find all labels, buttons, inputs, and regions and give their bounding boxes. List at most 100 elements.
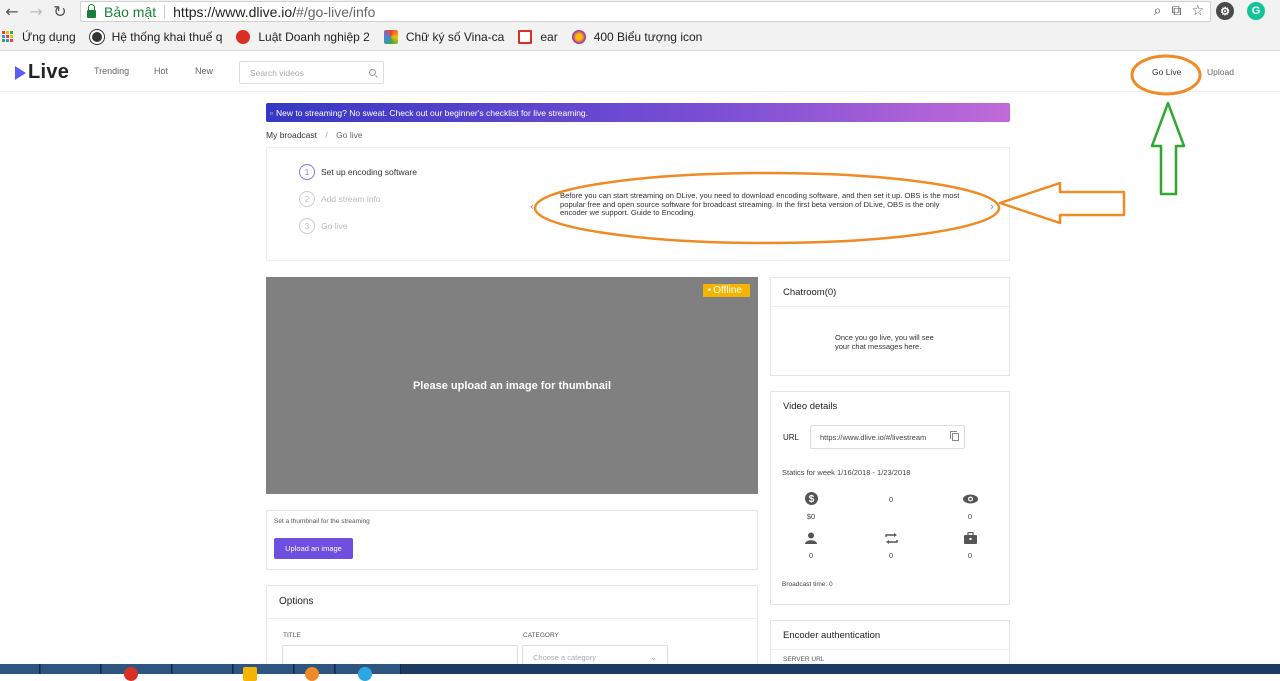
vina-ca-icon: [383, 29, 398, 44]
category-label: CATEGORY: [523, 632, 559, 639]
nav-trending[interactable]: Trending: [94, 66, 129, 76]
divider: [267, 618, 757, 619]
thumbnail-preview: Please upload an image for thumbnail Off…: [266, 277, 758, 494]
carousel-next-icon[interactable]: ›: [986, 200, 998, 213]
taskbar-item[interactable]: [173, 664, 233, 674]
app-taskbar-icon[interactable]: [305, 667, 319, 681]
broadcast-time: Broadcast time: 0: [782, 581, 833, 588]
followers-value: 0: [808, 551, 814, 560]
start-button[interactable]: [0, 664, 40, 674]
url-path: #/go-live/info: [296, 3, 376, 20]
apps-grid-icon: [2, 30, 14, 43]
title-label: TITLE: [283, 632, 301, 639]
step-encoding-software[interactable]: 1 Set up encoding software: [299, 164, 417, 180]
extension-icon[interactable]: ⚙: [1216, 2, 1234, 20]
options-title: Options: [279, 596, 314, 607]
url-text[interactable]: https://www.dlive.io/#/go-live/info: [173, 4, 375, 20]
logo-text: Live: [28, 61, 70, 83]
divider: [771, 649, 1009, 650]
bookmark-label: Ứng dụng: [22, 29, 76, 44]
dlive-logo[interactable]: Live: [15, 61, 69, 84]
step-number: 1: [299, 164, 315, 180]
address-bar[interactable]: Bảo mật https://www.dlive.io/#/go-live/i…: [80, 1, 1211, 22]
chatroom-panel: Chatroom(0) Once you go live, you will s…: [770, 277, 1010, 376]
setup-steps-panel: 1 Set up encoding software 2 Add stream …: [266, 147, 1010, 261]
beginner-banner[interactable]: ▫ New to streaming? No sweat. Check out …: [266, 103, 1010, 122]
taskbar-item[interactable]: [41, 664, 101, 674]
stream-url-field[interactable]: https://www.dlive.io/#/livestream: [810, 425, 965, 449]
repeat-icon: [871, 533, 911, 544]
step-number: 3: [299, 218, 315, 234]
breadcrumb-my-broadcast[interactable]: My broadcast: [266, 130, 317, 140]
breadcrumb: My broadcast / Go live: [266, 130, 363, 140]
chevron-down-icon: ⌄: [650, 652, 657, 662]
bookmark-label: Chữ ký số Vina-ca: [405, 29, 505, 44]
gifts-value: 0: [967, 551, 973, 560]
chrome-taskbar-icon[interactable]: [124, 667, 138, 681]
security-indicator[interactable]: Bảo mật: [81, 3, 156, 20]
reposts-value: 0: [888, 551, 894, 560]
orange-left-arrow: [998, 181, 1126, 225]
browser-toolbar: ← → ↻ Bảo mật https://www.dlive.io/#/go-…: [0, 0, 1280, 23]
copy-icon[interactable]: [950, 431, 959, 441]
step-go-live[interactable]: 3 Go live: [299, 218, 347, 234]
options-panel: Options TITLE CATEGORY Choose a category…: [266, 585, 758, 674]
bookmark-label: 400 Biểu tượng icon: [593, 29, 703, 44]
bookmark-apps[interactable]: Ứng dụng: [0, 30, 76, 44]
nav-new[interactable]: New: [195, 66, 213, 76]
search-input[interactable]: Search videos: [239, 61, 384, 84]
earnings-value: $0: [806, 512, 816, 521]
site-header: Live Trending Hot New Search videos Go L…: [0, 52, 1280, 92]
nav-hot[interactable]: Hot: [154, 66, 168, 76]
law-icon: [236, 29, 251, 44]
search-icon[interactable]: [369, 69, 376, 76]
upload-link[interactable]: Upload: [1207, 67, 1234, 77]
bookmark-vina-ca[interactable]: Chữ ký số Vina-ca: [383, 29, 505, 44]
gmail-icon: [518, 29, 533, 44]
dlive-play-icon: [15, 65, 26, 80]
step-label: Go live: [321, 221, 348, 231]
chatroom-title: Chatroom(0): [783, 287, 837, 298]
reload-icon[interactable]: ↻: [48, 2, 72, 21]
bookmark-label: Hệ thống khai thuế q: [111, 29, 223, 44]
bookmark-star-icon[interactable]: ☆: [1191, 3, 1204, 19]
bookmark-law[interactable]: Luật Doanh nghiệp 2: [236, 29, 370, 44]
video-details-panel: Video details URL https://www.dlive.io/#…: [770, 391, 1010, 605]
translate-icon[interactable]: ⧉: [1171, 3, 1181, 19]
icons-pack-icon: [571, 29, 586, 44]
breadcrumb-current: Go live: [336, 130, 363, 140]
forward-arrow-icon[interactable]: →: [24, 2, 48, 21]
carousel-prev-icon[interactable]: ‹: [526, 200, 538, 213]
thumbnail-placeholder-text: Please upload an image for thumbnail: [412, 379, 612, 392]
info-box-icon: ▫: [270, 107, 274, 118]
thumbnail-label: Set a thumbnail for the streaming: [274, 518, 370, 525]
bookmark-tax-system[interactable]: Hệ thống khai thuế q: [89, 29, 223, 44]
back-arrow-icon[interactable]: ←: [0, 2, 24, 21]
grammarly-icon[interactable]: G: [1247, 2, 1265, 20]
eye-icon: [950, 494, 990, 504]
chatroom-message-text: Once you go live, you will see your chat…: [835, 333, 934, 351]
url-host: https://www.dlive.io/: [173, 3, 297, 20]
bookmark-gmail[interactable]: ear: [518, 29, 558, 44]
address-bar-actions: ⌕ ⧉ ☆: [1154, 3, 1204, 19]
statics-range: Statics for week 1/16/2018 - 1/23/2018: [782, 468, 911, 477]
taskbar: [0, 664, 1280, 681]
svg-text:$: $: [808, 494, 814, 505]
zoom-icon[interactable]: ⌕: [1154, 3, 1162, 19]
green-up-arrow: [1150, 101, 1186, 196]
search-placeholder: Search videos: [250, 67, 304, 78]
step-stream-info[interactable]: 2 Add stream info: [299, 191, 381, 207]
bookmark-icons-pack[interactable]: 400 Biểu tượng icon: [571, 29, 703, 44]
skype-taskbar-icon[interactable]: [358, 667, 372, 681]
bookmark-label: ear: [540, 29, 558, 44]
bookmarks-bar: Ứng dụng Hệ thống khai thuế q Luật Doanh…: [0, 23, 1280, 51]
step-number: 2: [299, 191, 315, 207]
category-placeholder: Choose a category: [533, 652, 596, 662]
go-live-link[interactable]: Go Live: [1152, 67, 1181, 77]
upload-image-button[interactable]: Upload an image: [274, 538, 353, 559]
bookmark-label: Luật Doanh nghiệp 2: [258, 29, 370, 44]
divider: [164, 4, 166, 19]
offline-status-badge: Offline: [702, 284, 750, 297]
folder-taskbar-icon[interactable]: [243, 667, 257, 681]
server-url-label: SERVER URL: [783, 656, 825, 663]
